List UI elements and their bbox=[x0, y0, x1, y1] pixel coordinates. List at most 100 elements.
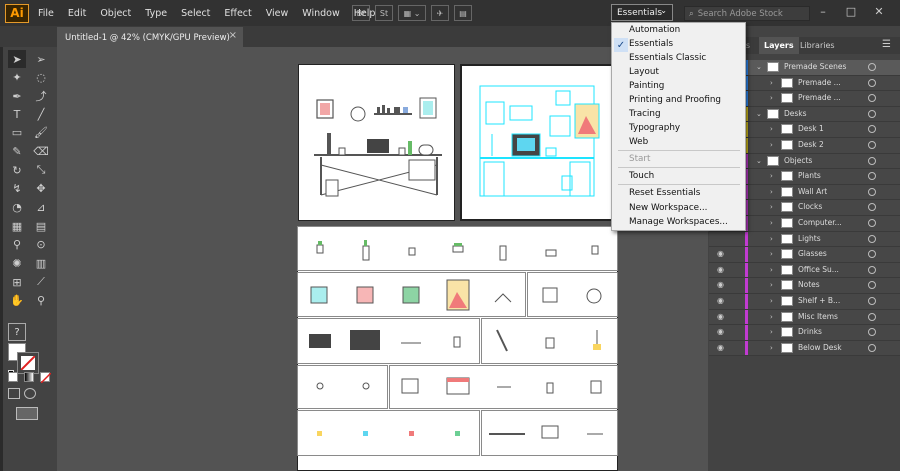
menu-type[interactable]: Type bbox=[145, 8, 167, 19]
change-screen-mode-icon[interactable] bbox=[16, 407, 38, 420]
chevron-down-icon[interactable]: ⌄ bbox=[756, 110, 762, 118]
type-tool-icon[interactable]: T bbox=[8, 105, 26, 123]
target-icon[interactable] bbox=[868, 250, 876, 259]
column-graph-tool-icon[interactable]: ▥ bbox=[32, 254, 50, 272]
chevron-down-icon[interactable]: ⌄ bbox=[756, 63, 762, 71]
close-button[interactable]: ✕ bbox=[868, 3, 890, 19]
edit-toolbar-icon[interactable]: ? bbox=[8, 323, 26, 341]
target-icon[interactable] bbox=[868, 63, 876, 71]
target-icon[interactable] bbox=[868, 156, 876, 165]
perspective-grid-tool-icon[interactable]: ⊿ bbox=[32, 198, 50, 216]
target-icon[interactable] bbox=[868, 109, 876, 118]
target-icon[interactable] bbox=[868, 172, 876, 181]
free-transform-tool-icon[interactable]: ✥ bbox=[32, 179, 50, 197]
layer-row[interactable]: ◉ › Office Su... bbox=[709, 262, 900, 279]
workspace-menu-item[interactable]: Typography bbox=[629, 123, 680, 133]
chevron-right-icon[interactable]: › bbox=[770, 313, 773, 321]
workspace-menu-item[interactable]: Layout bbox=[629, 67, 659, 77]
target-icon[interactable] bbox=[868, 125, 876, 134]
blend-tool-icon[interactable]: ⊙ bbox=[32, 235, 50, 253]
rectangle-tool-icon[interactable]: ▭ bbox=[8, 123, 26, 141]
gradient-tool-icon[interactable]: ▤ bbox=[32, 217, 50, 235]
chevron-right-icon[interactable]: › bbox=[770, 281, 773, 289]
chevron-right-icon[interactable]: › bbox=[770, 344, 773, 352]
workspace-menu-item[interactable]: Essentials Classic bbox=[629, 53, 706, 63]
maximize-button[interactable]: □ bbox=[840, 3, 862, 19]
eye-icon[interactable]: ◉ bbox=[717, 343, 724, 352]
layer-row[interactable]: ◉ › Notes bbox=[709, 278, 900, 294]
layer-row[interactable]: ◉ › Below Desk bbox=[709, 340, 900, 357]
workspace-switcher[interactable]: Essentials ⌄ bbox=[611, 4, 673, 21]
eyedropper-tool-icon[interactable]: ⚲ bbox=[8, 235, 26, 253]
chevron-right-icon[interactable]: › bbox=[770, 250, 773, 258]
slice-tool-icon[interactable]: ⟋ bbox=[32, 273, 50, 291]
menu-select[interactable]: Select bbox=[181, 8, 210, 19]
target-icon[interactable] bbox=[868, 265, 876, 274]
layer-row[interactable]: › Lights bbox=[709, 231, 900, 248]
chevron-right-icon[interactable]: › bbox=[770, 188, 773, 196]
warp-tool-icon[interactable]: ↯ bbox=[8, 179, 26, 197]
target-icon[interactable] bbox=[868, 78, 876, 87]
workspace-menu-item[interactable]: Touch bbox=[629, 171, 654, 181]
menu-window[interactable]: Window bbox=[302, 8, 339, 19]
lasso-tool-icon[interactable]: ◌ bbox=[32, 68, 50, 86]
target-icon[interactable] bbox=[868, 219, 876, 227]
workspace-menu-item[interactable]: Web bbox=[629, 137, 648, 147]
close-tab-icon[interactable]: × bbox=[229, 30, 237, 41]
layer-row[interactable]: ◉ › Shelf + B... bbox=[709, 294, 900, 310]
menu-object[interactable]: Object bbox=[100, 8, 131, 19]
color-mode-icon[interactable] bbox=[8, 372, 18, 382]
none-mode-icon[interactable] bbox=[40, 372, 52, 384]
target-icon[interactable] bbox=[868, 297, 876, 305]
layer-row[interactable]: ◉ › Glasses bbox=[709, 247, 900, 263]
artboard-scene-2[interactable] bbox=[460, 64, 613, 221]
stroke-swatch[interactable] bbox=[17, 352, 39, 374]
chevron-right-icon[interactable]: › bbox=[770, 94, 773, 102]
chevron-right-icon[interactable]: › bbox=[770, 172, 773, 180]
target-icon[interactable] bbox=[868, 94, 876, 103]
chevron-right-icon[interactable]: › bbox=[770, 235, 773, 243]
scale-tool-icon[interactable]: ⤡ bbox=[32, 161, 50, 179]
layer-row[interactable]: ◉ › Drinks bbox=[709, 325, 900, 341]
chevron-right-icon[interactable]: › bbox=[770, 203, 773, 211]
chevron-right-icon[interactable]: › bbox=[770, 79, 773, 87]
chevron-right-icon[interactable]: › bbox=[770, 125, 773, 133]
stock-search-input[interactable]: ⌕ Search Adobe Stock bbox=[684, 6, 810, 21]
artboard-tool-icon[interactable]: ⊞ bbox=[8, 273, 26, 291]
bridge-button[interactable]: Br bbox=[352, 5, 370, 21]
shape-builder-tool-icon[interactable]: ◔ bbox=[8, 198, 26, 216]
eraser-tool-icon[interactable]: ⌫ bbox=[32, 142, 50, 160]
chevron-right-icon[interactable]: › bbox=[770, 297, 773, 305]
stock-button[interactable]: St bbox=[375, 5, 393, 21]
minimize-button[interactable]: – bbox=[812, 3, 834, 19]
target-icon[interactable] bbox=[868, 328, 876, 337]
workspace-menu-item[interactable]: Tracing bbox=[629, 109, 661, 119]
menu-file[interactable]: File bbox=[38, 8, 54, 19]
target-icon[interactable] bbox=[868, 203, 876, 212]
arrange-documents-icon[interactable]: ▦ ⌄ bbox=[398, 5, 426, 21]
tab-layers[interactable]: Layers bbox=[759, 37, 799, 54]
workspace-menu-item[interactable]: Reset Essentials bbox=[629, 188, 700, 198]
mesh-tool-icon[interactable]: ▦ bbox=[8, 217, 26, 235]
workspace-menu-item[interactable]: Painting bbox=[629, 81, 664, 91]
eye-icon[interactable]: ◉ bbox=[717, 327, 724, 336]
menu-view[interactable]: View bbox=[266, 8, 289, 19]
curvature-tool-icon[interactable]: ⤴ bbox=[32, 87, 50, 105]
symbol-sprayer-tool-icon[interactable]: ✺ bbox=[8, 254, 26, 272]
direct-selection-tool-icon[interactable]: ➢ bbox=[32, 50, 50, 68]
selection-tool-icon[interactable]: ➤ bbox=[8, 50, 26, 68]
gradient-mode-icon[interactable] bbox=[24, 372, 34, 382]
shaper-tool-icon[interactable]: ✎ bbox=[8, 142, 26, 160]
menu-edit[interactable]: Edit bbox=[68, 8, 86, 19]
layer-row[interactable]: ◉ › Misc Items bbox=[709, 309, 900, 326]
draw-behind-icon[interactable] bbox=[24, 388, 36, 399]
workspace-menu-item[interactable]: Printing and Proofing bbox=[629, 95, 721, 105]
eye-icon[interactable]: ◉ bbox=[717, 312, 724, 321]
hand-tool-icon[interactable]: ✋ bbox=[8, 291, 26, 309]
target-icon[interactable] bbox=[868, 281, 876, 290]
eye-icon[interactable]: ◉ bbox=[717, 249, 724, 258]
pen-tool-icon[interactable]: ✒ bbox=[8, 87, 26, 105]
workspace-menu-item[interactable]: New Workspace... bbox=[629, 203, 707, 213]
panel-menu-icon[interactable]: ☰ bbox=[882, 39, 891, 50]
sync-icon[interactable]: ▤ bbox=[454, 5, 472, 21]
